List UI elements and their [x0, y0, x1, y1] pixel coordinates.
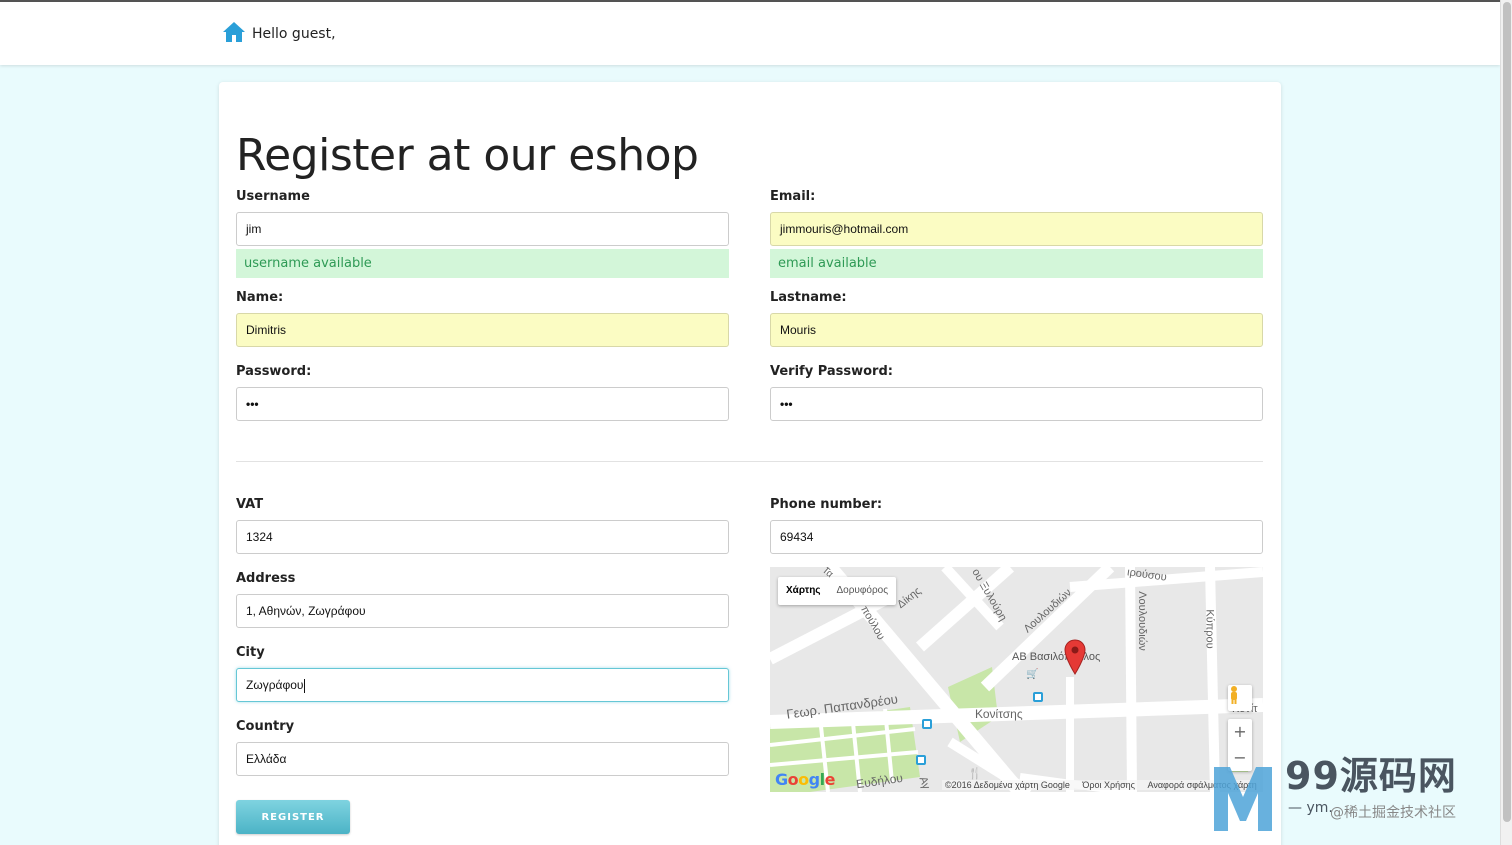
vat-input[interactable]: 1324: [236, 520, 729, 554]
username-status: username available: [236, 249, 729, 278]
name-label: Name:: [236, 290, 284, 305]
watermark-logo-icon: [1214, 767, 1272, 831]
email-status: email available: [770, 249, 1263, 278]
street-label-kyprou: Κύπρου: [1203, 609, 1216, 649]
location-map[interactable]: Χάρτης Δορυφόρος Γεωρ. Παπανδρέου Κονίτσ…: [770, 567, 1263, 792]
register-button[interactable]: REGISTER: [236, 800, 350, 834]
verify-password-label: Verify Password:: [770, 364, 893, 379]
verify-password-input[interactable]: •••: [770, 387, 1263, 421]
city-label: City: [236, 645, 265, 660]
country-label: Country: [236, 719, 295, 734]
lastname-input[interactable]: Mouris: [770, 313, 1263, 347]
street-label-louloudion-vertical: Λουλουδιών: [1135, 591, 1148, 651]
map-tab-map[interactable]: Χάρτης: [778, 577, 829, 605]
city-input[interactable]: Ζωγράφου: [236, 668, 729, 702]
watermark-text: 99源码网: [1285, 754, 1457, 798]
map-type-tabs: Χάρτης Δορυφόρος: [778, 577, 897, 605]
navbar: Hello guest,: [0, 2, 1500, 65]
google-logo: Google: [775, 770, 835, 789]
watermark: 99源码网 — ym. @稀土掘金技术社区: [1210, 745, 1500, 835]
shopping-cart-icon: 🛒: [1026, 669, 1039, 680]
map-tab-satellite[interactable]: Δορυφόρος: [829, 577, 897, 605]
lastname-label: Lastname:: [770, 290, 847, 305]
text-caret: [304, 678, 306, 693]
vat-label: VAT: [236, 497, 264, 512]
password-label: Password:: [236, 364, 312, 379]
place-label: ΑΒ Βασιλόπουλος: [1012, 651, 1101, 663]
name-input[interactable]: Dimitris: [236, 313, 729, 347]
phone-input[interactable]: 69434: [770, 520, 1263, 554]
password-input[interactable]: •••: [236, 387, 729, 421]
bus-stop-icon: [916, 755, 926, 765]
bus-stop-icon: [1033, 692, 1043, 702]
page-title: Register at our eshop: [236, 130, 699, 181]
scrollbar-thumb[interactable]: [1503, 2, 1511, 822]
email-input[interactable]: jimmouris@hotmail.com: [770, 212, 1263, 246]
watermark-subtext: — ym.: [1288, 800, 1333, 816]
username-input[interactable]: jim: [236, 212, 729, 246]
country-input[interactable]: Ελλάδα: [236, 742, 729, 776]
section-divider: [236, 461, 1263, 462]
restaurant-icon: 🍴: [968, 768, 982, 780]
address-label: Address: [236, 571, 296, 586]
watermark-subtext-2: @稀土掘金技术社区: [1330, 805, 1456, 821]
bus-stop-icon: [922, 719, 932, 729]
pegman-icon[interactable]: [1228, 685, 1252, 711]
city-value: Ζωγράφου: [246, 678, 304, 692]
greeting-text: Hello guest,: [252, 26, 336, 42]
terms-link[interactable]: Όροι Χρήσης: [1082, 780, 1135, 790]
home-link[interactable]: Hello guest,: [222, 21, 336, 47]
username-label: Username: [236, 189, 310, 204]
phone-label: Phone number:: [770, 497, 883, 512]
page-scrollbar[interactable]: [1500, 0, 1512, 845]
email-label: Email:: [770, 189, 816, 204]
home-icon: [222, 21, 246, 47]
map-data-credit: ©2016 Δεδομένα χάρτη Google: [945, 780, 1070, 790]
zoom-in-button[interactable]: +: [1228, 719, 1252, 745]
address-input[interactable]: 1, Αθηνών, Ζωγράφου: [236, 594, 729, 628]
street-label-konitsis: Κονίτσης: [975, 707, 1023, 721]
